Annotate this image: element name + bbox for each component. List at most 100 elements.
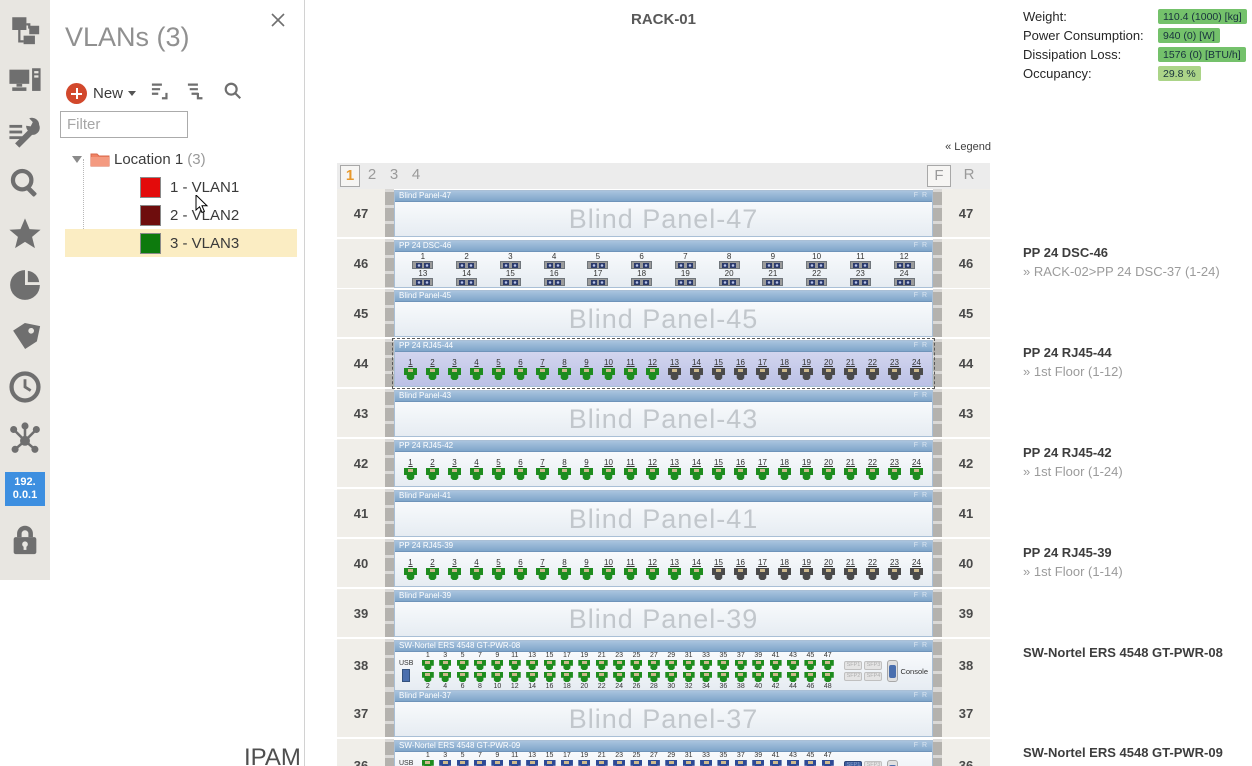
rj45-port[interactable] [448,468,461,480]
rj45-port[interactable] [800,468,813,480]
rj45-port[interactable] [822,760,834,766]
rj45-port[interactable] [426,568,439,580]
collapse-all-icon[interactable] [186,81,208,106]
rj45-port[interactable] [734,568,747,580]
rj45-port[interactable] [752,660,764,670]
rj45-port[interactable] [804,672,816,682]
expander-icon[interactable] [72,156,82,163]
rj45-port[interactable] [822,660,834,670]
rj45-port[interactable] [448,568,461,580]
tree-node-location[interactable]: Location 1(3) [50,145,305,173]
rj45-port[interactable] [648,660,660,670]
rack-page-tab-2[interactable]: 2 [362,165,382,187]
rj45-port[interactable] [690,468,703,480]
dsc-port[interactable] [762,261,783,269]
rj45-port[interactable] [735,660,747,670]
rj45-port[interactable] [580,468,593,480]
rj45-port[interactable] [770,672,782,682]
rj45-port[interactable] [700,672,712,682]
rj45-port[interactable] [778,568,791,580]
rj45-port[interactable] [596,672,608,682]
dsc-port[interactable] [894,261,915,269]
rj45-port[interactable] [544,760,556,766]
tree-item-vlan[interactable]: 1 - VLAN1 [65,173,297,201]
rack-unit-pp-24-rj45-42[interactable]: PP 24 RJ45-42F R123456789101112131415161… [394,440,933,487]
rj45-port[interactable] [888,368,901,380]
annotation-link[interactable]: » 1st Floor (1-24) [1023,464,1248,479]
rj45-port[interactable] [734,468,747,480]
rj45-port[interactable] [756,468,769,480]
rj45-port[interactable] [491,672,503,682]
dsc-port[interactable] [412,261,433,269]
rj45-port[interactable] [690,368,703,380]
rj45-port[interactable] [404,468,417,480]
topology-icon[interactable] [5,10,45,50]
rj45-port[interactable] [756,368,769,380]
rj45-port[interactable] [492,468,505,480]
dsc-port[interactable] [500,261,521,269]
dsc-port[interactable] [719,261,740,269]
rj45-port[interactable] [474,672,486,682]
rack-unit-blind-panel-43[interactable]: Blind Panel-43F RBlind Panel-43 [394,390,933,437]
rj45-port[interactable] [648,672,660,682]
dsc-port[interactable] [456,278,477,286]
dsc-port[interactable] [850,278,871,286]
rj45-port[interactable] [514,368,527,380]
rj45-port[interactable] [756,568,769,580]
rj45-port[interactable] [439,760,451,766]
rj45-port[interactable] [526,760,538,766]
rj45-port[interactable] [822,568,835,580]
rj45-port[interactable] [735,760,747,766]
ip-address-icon[interactable]: 192.0.0.1 [5,469,45,509]
graph-icon[interactable] [5,418,45,458]
rack-unit-blind-panel-37[interactable]: Blind Panel-37F RBlind Panel-37 [394,690,933,737]
rj45-port[interactable] [613,760,625,766]
filter-input[interactable] [60,111,188,138]
rj45-port[interactable] [844,568,857,580]
rj45-port[interactable] [613,672,625,682]
rj45-port[interactable] [457,672,469,682]
rack-view-tab-F[interactable]: F [927,165,951,187]
rj45-port[interactable] [712,468,725,480]
rj45-port[interactable] [514,468,527,480]
rj45-port[interactable] [646,468,659,480]
rj45-port[interactable] [717,760,729,766]
rj45-port[interactable] [665,760,677,766]
dsc-port[interactable] [412,278,433,286]
sfp-slot-sfp3[interactable]: SFP3 [864,661,882,670]
rj45-port[interactable] [630,760,642,766]
dsc-port[interactable] [544,261,565,269]
rj45-port[interactable] [492,368,505,380]
rj45-port[interactable] [630,672,642,682]
dsc-port[interactable] [500,278,521,286]
rack-unit-blind-panel-41[interactable]: Blind Panel-41F RBlind Panel-41 [394,490,933,537]
rj45-port[interactable] [526,672,538,682]
dsc-port[interactable] [631,261,652,269]
dsc-port[interactable] [631,278,652,286]
rj45-port[interactable] [561,760,573,766]
rj45-port[interactable] [822,368,835,380]
rj45-port[interactable] [561,660,573,670]
sfp-slot-sfp4[interactable]: SFP4 [864,672,882,681]
rj45-port[interactable] [668,468,681,480]
search-icon[interactable] [222,81,244,106]
rj45-port[interactable] [804,760,816,766]
rj45-port[interactable] [717,660,729,670]
rj45-port[interactable] [804,660,816,670]
rj45-port[interactable] [536,568,549,580]
rj45-port[interactable] [561,672,573,682]
rack-page-tab-3[interactable]: 3 [384,165,404,187]
rj45-port[interactable] [596,660,608,670]
rj45-port[interactable] [439,660,451,670]
rj45-port[interactable] [888,568,901,580]
rj45-port[interactable] [752,672,764,682]
rj45-port[interactable] [602,368,615,380]
rj45-port[interactable] [457,660,469,670]
rack-unit-pp-24-dsc-46[interactable]: PP 24 DSC-46F R1234567891011121314151617… [394,240,933,288]
rj45-port[interactable] [426,368,439,380]
rj45-port[interactable] [683,660,695,670]
workstation-icon[interactable] [5,61,45,101]
rj45-port[interactable] [558,468,571,480]
rj45-port[interactable] [470,568,483,580]
rj45-port[interactable] [844,368,857,380]
